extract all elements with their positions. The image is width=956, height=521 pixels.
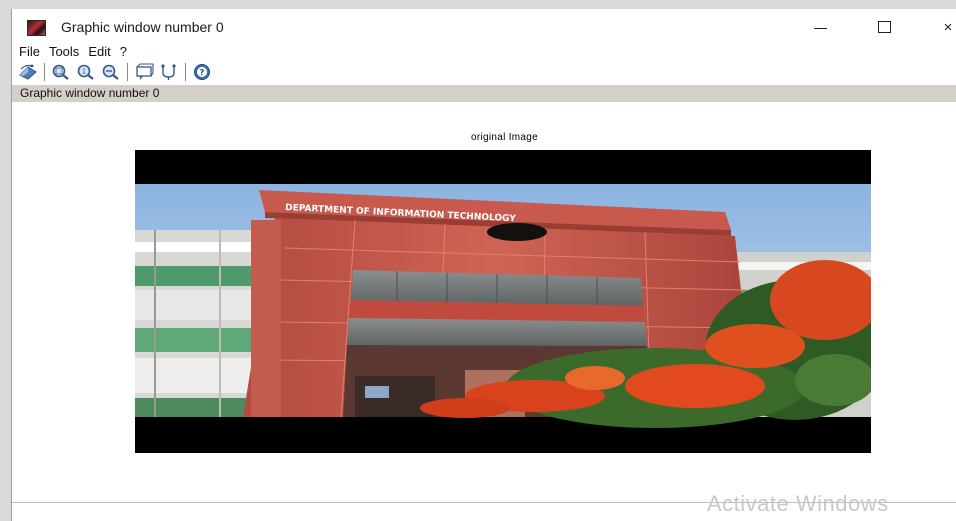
zoom-out-button[interactable] (101, 62, 121, 82)
rotate-button[interactable] (18, 62, 38, 82)
scilab-app-icon (27, 20, 46, 36)
datatip-button[interactable] (134, 62, 154, 82)
zoom-in-button[interactable] (51, 62, 71, 82)
toolbar-separator (185, 63, 186, 81)
menu-tools[interactable]: Tools (49, 44, 79, 59)
edit-axes-icon (161, 64, 176, 80)
edit-axes-button[interactable] (159, 62, 179, 82)
activation-watermark: Activate Windows (707, 491, 889, 516)
maximize-icon (877, 21, 891, 33)
menu-file[interactable]: File (19, 44, 40, 59)
zoom-in-icon (52, 64, 69, 80)
close-icon: × (943, 18, 953, 36)
svg-text:1: 1 (82, 68, 86, 76)
zoom-out-icon (102, 64, 119, 80)
minimize-button[interactable] (800, 15, 840, 39)
plot-title: original Image (470, 132, 538, 143)
help-icon: ? (194, 64, 210, 80)
rotate-icon (19, 64, 37, 80)
help-button[interactable]: ? (192, 62, 212, 82)
toolbar: 1 ? (12, 60, 956, 84)
svg-text:?: ? (200, 68, 205, 77)
title-bar[interactable]: Graphic window number 0 × (12, 9, 956, 43)
menu-bar: File Tools Edit ? (12, 43, 956, 59)
zoom-reset-button[interactable]: 1 (76, 62, 96, 82)
graphic-window: Graphic window number 0 × File Tools Edi… (11, 9, 956, 521)
window-title: Graphic window number 0 (61, 19, 224, 35)
building-photo: DEPARTMENT OF INFORMATION TECHNOLOGY (135, 184, 885, 428)
zoom-reset-icon: 1 (77, 64, 94, 80)
info-bar: Graphic window number 0 (12, 85, 956, 102)
maximize-button[interactable] (864, 15, 904, 39)
menu-help[interactable]: ? (120, 44, 127, 59)
toolbar-separator (44, 63, 45, 81)
datatip-icon (136, 63, 154, 80)
menu-edit[interactable]: Edit (88, 44, 110, 59)
minimize-icon (813, 27, 827, 29)
close-button[interactable]: × (928, 15, 956, 39)
graphics-canvas[interactable]: original Image DEPARTMENT OF INFORMATION… (12, 102, 956, 502)
toolbar-separator (127, 63, 128, 81)
image-display[interactable]: DEPARTMENT OF INFORMATION TECHNOLOGY (135, 150, 885, 453)
